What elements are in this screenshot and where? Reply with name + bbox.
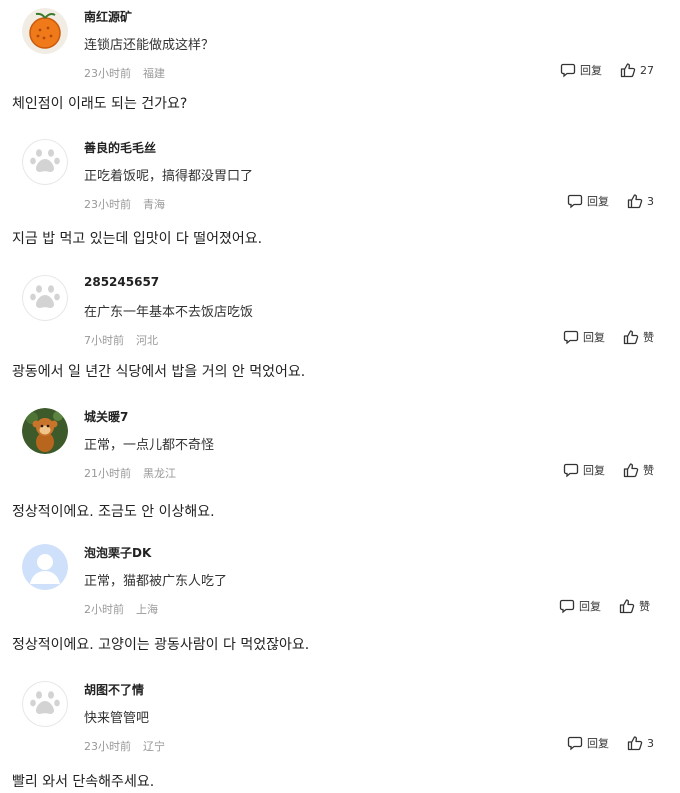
reply-icon [560,63,576,78]
thumbs-up-icon [627,736,643,751]
timestamp: 23小时前 [84,67,131,80]
timestamp: 23小时前 [84,198,131,211]
comment-meta: 7小时前 河北 [84,332,158,348]
username[interactable]: 城关暖7 [84,408,128,425]
like-button[interactable]: 赞 [623,329,654,345]
comment-text: 正吃着饭呢，搞得都没胃口了 [84,169,254,184]
like-button[interactable]: 3 [627,193,654,209]
avatar[interactable] [22,544,68,590]
translation-text: 광동에서 일 년간 식당에서 밥을 거의 안 먹었어요. [12,364,306,380]
comment-text: 正常，猫都被广东人吃了 [84,574,228,589]
username[interactable]: 善良的毛毛丝 [84,139,156,156]
comment-meta: 23小时前 福建 [84,65,165,81]
comment-text: 正常，一点儿都不奇怪 [84,438,215,453]
reply-icon [567,194,583,209]
reply-label: 回复 [583,464,605,477]
location: 辽宁 [143,740,165,753]
reply-label: 回复 [583,331,605,344]
comment-actions: 回复 27 [560,62,654,78]
comment-text: 连锁店还能做成这样？ [84,38,215,53]
location: 河北 [136,334,158,347]
avatar[interactable] [22,275,68,321]
location: 黑龙江 [143,467,176,480]
comment-actions: 回复 赞 [563,329,654,345]
timestamp: 7小时前 [84,334,124,347]
thumbs-up-icon [623,463,639,478]
reply-button[interactable]: 回复 [567,193,609,209]
location: 上海 [136,603,158,616]
paw-icon [22,275,68,321]
comment-meta: 23小时前 青海 [84,196,165,212]
username[interactable]: 泡泡栗子DK [84,544,151,561]
translation-text: 정상적이에요. 조금도 안 이상해요. [12,504,215,520]
reply-label: 回复 [587,737,609,750]
reply-button[interactable]: 回复 [563,329,605,345]
comment-meta: 23小时前 辽宁 [84,738,165,754]
thumbs-up-icon [619,599,635,614]
comment-actions: 回复 赞 [559,598,650,614]
avatar[interactable] [22,8,68,54]
reply-button[interactable]: 回复 [563,462,605,478]
translation-text: 체인점이 이래도 되는 건가요? [12,96,188,112]
like-count: 27 [640,63,654,77]
comment-actions: 回复 赞 [563,462,654,478]
reply-icon [567,736,583,751]
like-button[interactable]: 赞 [623,462,654,478]
timestamp: 2小时前 [84,603,124,616]
like-button[interactable]: 3 [627,735,654,751]
comment-list: 南红源矿 连锁店还能做成这样？ 23小时前 福建 回复 27 체인점이 이래도 되… [0,0,680,793]
reply-icon [563,463,579,478]
username[interactable]: 胡图不了情 [84,681,144,698]
location: 青海 [143,198,165,211]
location: 福建 [143,67,165,80]
comment-meta: 2小时前 上海 [84,601,158,617]
timestamp: 23小时前 [84,740,131,753]
avatar[interactable] [22,139,68,185]
like-label: 赞 [643,464,654,477]
thumbs-up-icon [620,63,636,78]
avatar[interactable] [22,681,68,727]
like-count: 3 [647,194,654,208]
reply-icon [559,599,575,614]
timestamp: 21小时前 [84,467,131,480]
comment-text: 快来管管吧 [84,711,150,726]
reply-icon [563,330,579,345]
username[interactable]: 南红源矿 [84,8,132,25]
paw-icon [22,139,68,185]
comment-text: 在广东一年基本不去饭店吃饭 [84,305,254,320]
monkey-icon [22,408,68,454]
person-icon [22,544,68,590]
paw-icon [22,681,68,727]
translation-text: 정상적이에요. 고양이는 광동사람이 다 먹었잖아요. [12,637,310,653]
like-button[interactable]: 赞 [619,598,650,614]
reply-label: 回复 [580,64,602,77]
like-label: 赞 [639,600,650,613]
comment-actions: 回复 3 [567,735,654,751]
like-label: 赞 [643,331,654,344]
reply-label: 回复 [587,195,609,208]
like-button[interactable]: 27 [620,62,654,78]
reply-button[interactable]: 回复 [567,735,609,751]
reply-label: 回复 [579,600,601,613]
like-count: 3 [647,736,654,750]
orange-fruit-icon [22,8,68,54]
thumbs-up-icon [623,330,639,345]
translation-text: 지금 밥 먹고 있는데 입맛이 다 떨어졌어요. [12,231,263,247]
avatar[interactable] [22,408,68,454]
reply-button[interactable]: 回复 [559,598,601,614]
reply-button[interactable]: 回复 [560,62,602,78]
translation-text: 빨리 와서 단속해주세요. [12,774,155,790]
comment-actions: 回复 3 [567,193,654,209]
thumbs-up-icon [627,194,643,209]
username[interactable]: 285245657 [84,275,159,289]
comment-meta: 21小时前 黑龙江 [84,465,176,481]
